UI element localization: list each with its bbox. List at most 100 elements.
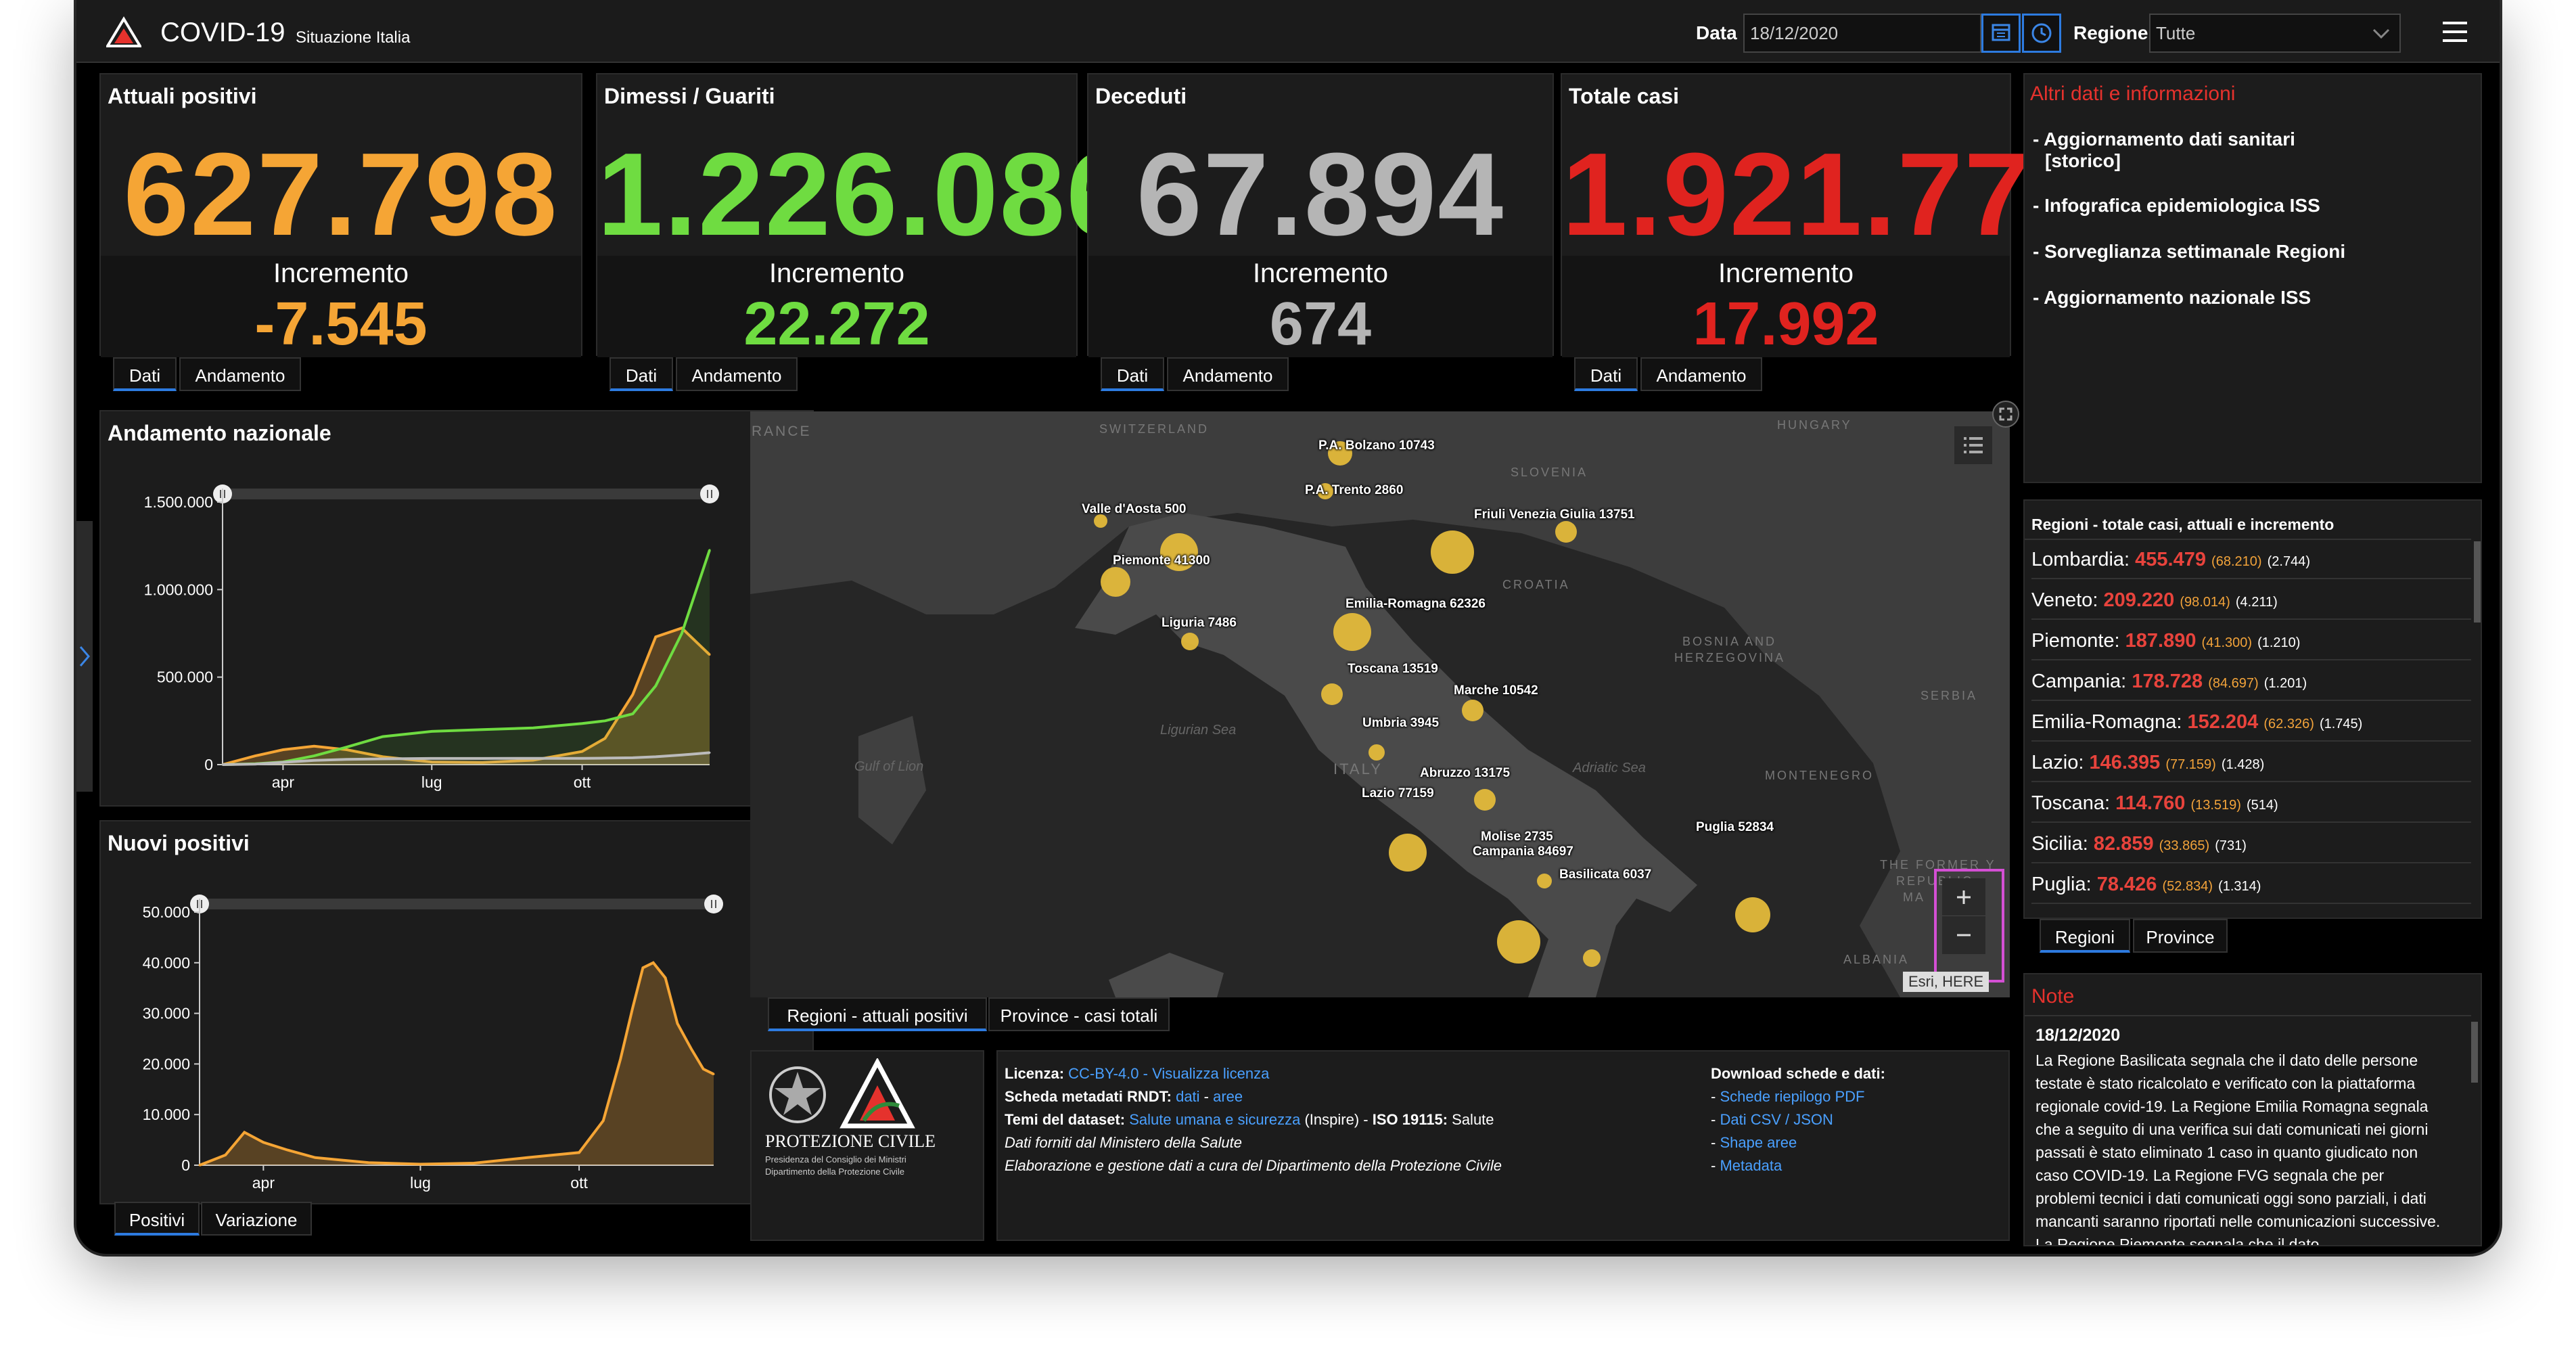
info-link-aggiornamento[interactable]: - Aggiornamento dati sanitari — [2033, 129, 2295, 150]
notes-line: che a seguito di una verifica sui dati c… — [2036, 1121, 2429, 1138]
card-totale-casi-inc-label: Incremento — [1718, 258, 1854, 288]
themes-link[interactable]: Salute umana e sicurezza — [1129, 1111, 1300, 1128]
region-row[interactable]: Veneto: 209.220 (98.014) (4.211) — [2031, 581, 2471, 620]
hamburger-menu-icon[interactable] — [2440, 20, 2470, 45]
region-active: (68.210) — [2211, 554, 2262, 569]
fullscreen-button[interactable] — [1992, 401, 2019, 428]
range-slider-end-handle[interactable] — [700, 484, 719, 503]
card-attuali-positivi-tab-andamento[interactable]: Andamento — [179, 357, 301, 391]
date-input[interactable]: 18/12/2020 — [1743, 14, 1981, 53]
tab-variazione[interactable]: Variazione — [201, 1202, 312, 1236]
card-totale-casi-tab-dati[interactable]: Dati — [1574, 357, 1638, 391]
bubble-friuli[interactable] — [1555, 521, 1577, 543]
bubble-liguria[interactable] — [1181, 633, 1199, 650]
chart-andamento: 1.500.000 1.000.000 500.000 0 apr lug ott — [144, 484, 719, 791]
side-panel-handle[interactable] — [76, 521, 93, 792]
minus-icon — [1957, 934, 1971, 936]
region-select[interactable]: Tutte — [2149, 14, 2401, 53]
metadata-aree-link[interactable]: aree — [1213, 1088, 1243, 1105]
pc-name: PROTEZIONE CIVILE — [765, 1131, 936, 1151]
bubble-marche[interactable] — [1462, 700, 1484, 721]
bubble-piemonte[interactable] — [1101, 567, 1130, 597]
bubble-molise[interactable] — [1537, 874, 1552, 888]
data-point — [631, 1007, 634, 1010]
card-dimessi-guariti-tab-dati[interactable]: Dati — [610, 357, 673, 391]
x-tick-label: lug — [410, 1174, 431, 1192]
download-pdf-link[interactable]: Schede riepilogo PDF — [1720, 1088, 1864, 1105]
card-attuali-positivi-inc-value: -7.545 — [254, 290, 428, 358]
bubble-umbria[interactable] — [1368, 744, 1385, 761]
bubble-lazio[interactable] — [1389, 834, 1427, 872]
region-label: Regione — [2073, 22, 2148, 43]
map-region-label: Emilia-Romagna 62326 — [1346, 597, 1486, 611]
region-total: 152.204 — [2187, 711, 2259, 733]
card-deceduti-tab-andamento[interactable]: Andamento — [1167, 357, 1289, 391]
bubble-veneto[interactable] — [1431, 530, 1474, 574]
region-row[interactable]: Emilia-Romagna: 152.204 (62.326) (1.745) — [2031, 702, 2471, 742]
notes-divider — [2025, 1015, 2471, 1016]
license-link[interactable]: CC-BY-4.0 — [1068, 1065, 1138, 1082]
region-row[interactable]: Lazio: 146.395 (77.159) (1.428) — [2031, 743, 2471, 782]
tab-regioni[interactable]: Regioni — [2040, 919, 2130, 953]
info-link-iss[interactable]: - Aggiornamento nazionale ISS — [2033, 287, 2311, 309]
region-row[interactable]: Toscana: 114.760 (13.519) (514) — [2031, 784, 2471, 823]
bubble-emilia-romagna[interactable] — [1333, 613, 1371, 651]
zoom-out-button[interactable] — [1942, 916, 1985, 954]
bubble-campania[interactable] — [1497, 920, 1540, 964]
notes-line: La Regione Piemonte segnala che il dato … — [2036, 1236, 2337, 1246]
series-area — [223, 549, 710, 765]
card-deceduti-value: 67.894 — [1136, 128, 1505, 260]
info-link-sorveglianza[interactable]: - Sorveglianza settimanale Regioni — [2033, 241, 2345, 263]
notes-line: La Regione Basilicata segnala che il dat… — [2036, 1052, 2418, 1069]
download-metadata-link[interactable]: Metadata — [1720, 1157, 1782, 1174]
bubble-toscana[interactable] — [1321, 683, 1343, 705]
time-button[interactable] — [2022, 14, 2061, 53]
bubble-basilicata[interactable] — [1583, 949, 1601, 967]
chart-nuovi-positivi-panel: Nuovi positivi 50.000 40.000 30.000 20.000 1… — [99, 820, 814, 1204]
geo-label-albania: ALBANIA — [1843, 953, 1910, 966]
card-attuali-positivi: Attuali positivi 627.798 Incremento -7.5… — [99, 73, 582, 358]
region-name: Campania: — [2031, 671, 2127, 692]
bubble-puglia[interactable] — [1735, 897, 1770, 932]
card-totale-casi-tab-andamento[interactable]: Andamento — [1640, 357, 1762, 391]
info-link-storico[interactable]: [storico] — [2045, 150, 2121, 172]
card-totale-casi: Totale casi 1.921.778 Incremento 17.992 — [1561, 73, 2096, 358]
zoom-in-button[interactable] — [1942, 878, 1985, 916]
card-attuali-positivi-tab-dati[interactable]: Dati — [113, 357, 177, 391]
view-license-link[interactable]: Visualizza licenza — [1152, 1065, 1269, 1082]
region-row[interactable]: Lombardia: 455.479 (68.210) (2.744) — [2031, 540, 2471, 579]
protezione-civile-logo-icon — [106, 16, 141, 47]
sea-label-ligurian: Ligurian Sea — [1160, 723, 1237, 738]
info-link-infografica[interactable]: - Infografica epidemiologica ISS — [2033, 195, 2320, 217]
calendar-button[interactable] — [1981, 14, 2021, 53]
card-dimessi-guariti-tab-andamento[interactable]: Andamento — [676, 357, 798, 391]
notes-scrollbar[interactable] — [2471, 1022, 2478, 1083]
iso-value: Salute — [1448, 1111, 1494, 1128]
map-view[interactable]: RANCE SWITZERLAND HUNGARY SLOVENIA CROAT… — [750, 411, 2010, 997]
tab-positivi[interactable]: Positivi — [114, 1202, 200, 1236]
region-row[interactable]: Sicilia: 82.859 (33.865) (731) — [2031, 824, 2471, 863]
geo-label-hungary: HUNGARY — [1777, 418, 1852, 432]
download-csv-link[interactable]: Dati CSV / JSON — [1720, 1111, 1833, 1128]
card-dimessi-guariti: Dimessi / Guariti 1.226.086 Incremento 2… — [596, 73, 1132, 358]
chart-andamento-panel: Andamento nazionale 1.500.000 1.000.000 50… — [99, 410, 814, 807]
data-point — [602, 1119, 605, 1122]
range-slider-end-handle[interactable] — [704, 895, 723, 913]
metadata-dati-link[interactable]: dati — [1176, 1088, 1199, 1105]
card-deceduti-tab-dati[interactable]: Dati — [1101, 357, 1164, 391]
download-shape-link[interactable]: Shape aree — [1720, 1134, 1797, 1151]
region-increment: (1.314) — [2218, 879, 2261, 894]
app-title: COVID-19 — [160, 18, 285, 47]
tab-province[interactable]: Province — [2133, 919, 2228, 953]
data-point — [603, 756, 606, 759]
tab-province-casi[interactable]: Province - casi totali — [988, 997, 1170, 1031]
tab-regioni-attuali[interactable]: Regioni - attuali positivi — [768, 997, 987, 1031]
region-row[interactable]: Piemonte: 187.890 (41.300) (1.210) — [2031, 621, 2471, 660]
regions-scrollbar[interactable] — [2474, 541, 2481, 623]
region-row[interactable]: Campania: 178.728 (84.697) (1.201) — [2031, 662, 2471, 701]
region-row[interactable]: Puglia: 78.426 (52.834) (1.314) — [2031, 865, 2471, 904]
data-point — [281, 761, 284, 764]
map-attribution[interactable]: Esri, HERE — [1903, 972, 1990, 992]
map-legend-button[interactable] — [1954, 426, 1992, 464]
bubble-abruzzo[interactable] — [1474, 789, 1496, 811]
